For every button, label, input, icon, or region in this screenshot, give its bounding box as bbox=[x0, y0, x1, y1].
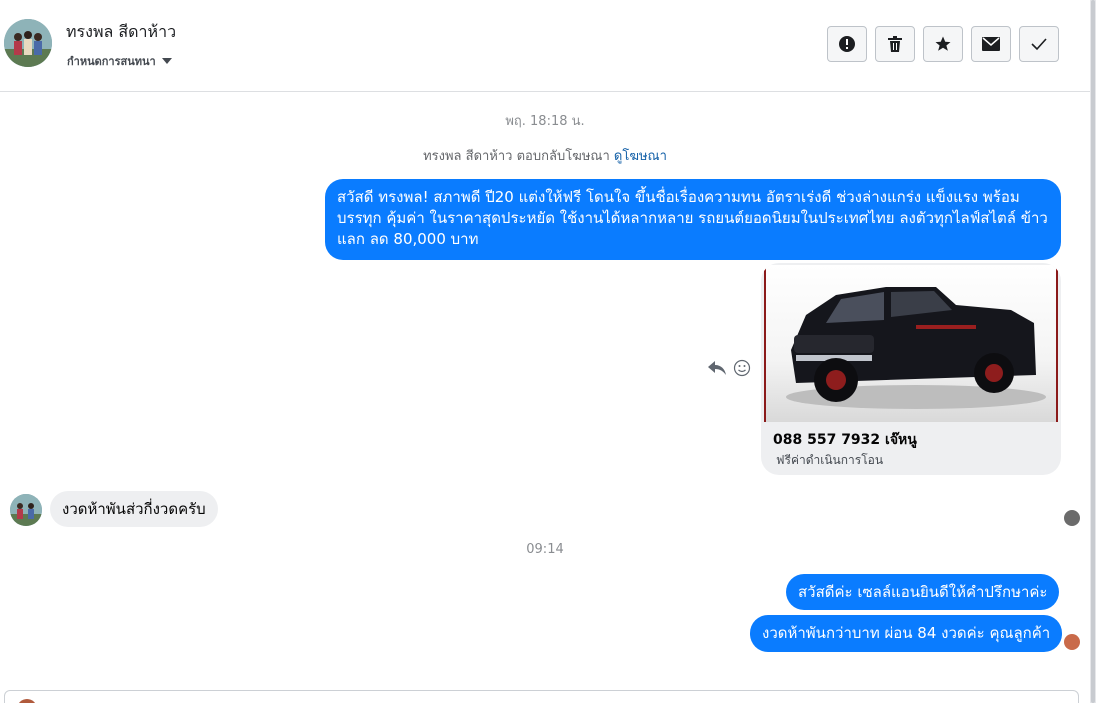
ad-card-title: 088 557 7932 เจ๊หนู bbox=[773, 432, 917, 448]
composer-avatar bbox=[17, 699, 37, 703]
trash-icon bbox=[888, 36, 902, 52]
spam-button[interactable] bbox=[827, 26, 867, 62]
timestamp: พฤ. 18:18 น. bbox=[505, 114, 585, 129]
message-composer[interactable] bbox=[4, 690, 1079, 703]
ad-card[interactable]: 088 557 7932 เจ๊หนู ฟรีค่าดำเนินการโอน bbox=[761, 263, 1061, 475]
star-icon bbox=[935, 36, 951, 51]
sender-avatar bbox=[1064, 634, 1080, 650]
conversation-label-text: กำหนดการสนทนา bbox=[67, 55, 156, 68]
scrollbar-thumb[interactable] bbox=[1091, 0, 1095, 703]
timestamp: 09:14 bbox=[526, 542, 564, 557]
contact-avatar[interactable] bbox=[4, 19, 52, 67]
scrollbar[interactable] bbox=[1090, 0, 1096, 703]
incoming-message[interactable]: งวดห้าพันส่วกี่งวดครับ bbox=[50, 491, 218, 527]
header-actions bbox=[827, 26, 1059, 62]
check-icon bbox=[1031, 38, 1047, 51]
ad-reply-text: ทรงพล สีดาห้าว ตอบกลับโฆษณา bbox=[423, 149, 610, 164]
outgoing-message[interactable]: สวัสดีค่ะ เซลล์แอนยินดีให้คำปรึกษาค่ะ bbox=[786, 574, 1060, 610]
contact-avatar-small[interactable] bbox=[10, 494, 42, 526]
envelope-icon bbox=[982, 37, 1000, 51]
ad-reply-notice: ทรงพล สีดาห้าว ตอบกลับโฆษณา ดูโฆษณา bbox=[0, 145, 1090, 166]
contact-name[interactable]: ทรงพล สีดาห้าว bbox=[66, 20, 176, 45]
seen-avatar bbox=[1064, 510, 1080, 526]
caret-down-icon bbox=[161, 58, 172, 64]
message-actions bbox=[707, 359, 751, 377]
outgoing-message[interactable]: งวดห้าพันกว่าบาท ผ่อน 84 งวดค่ะ คุณลูกค้… bbox=[750, 615, 1063, 652]
mark-unread-button[interactable] bbox=[971, 26, 1011, 62]
conversation-label-dropdown[interactable]: กำหนดการสนทนา bbox=[67, 52, 172, 70]
delete-button[interactable] bbox=[875, 26, 915, 62]
conversation-header: ทรงพล สีดาห้าว กำหนดการสนทนา bbox=[0, 0, 1090, 92]
outgoing-message-ad[interactable]: สวัสดี ทรงพล! สภาพดี ปี20 แต่งให้ฟรี โดน… bbox=[325, 179, 1061, 260]
pickup-truck-photo bbox=[764, 265, 1058, 422]
reply-icon[interactable] bbox=[707, 359, 727, 377]
smiley-icon[interactable] bbox=[733, 359, 751, 377]
star-button[interactable] bbox=[923, 26, 963, 62]
ad-card-subtitle: ฟรีค่าดำเนินการโอน bbox=[776, 453, 884, 467]
view-ad-link[interactable]: ดูโฆษณา bbox=[614, 149, 667, 164]
mark-done-button[interactable] bbox=[1019, 26, 1059, 62]
exclamation-circle-icon bbox=[839, 36, 855, 52]
